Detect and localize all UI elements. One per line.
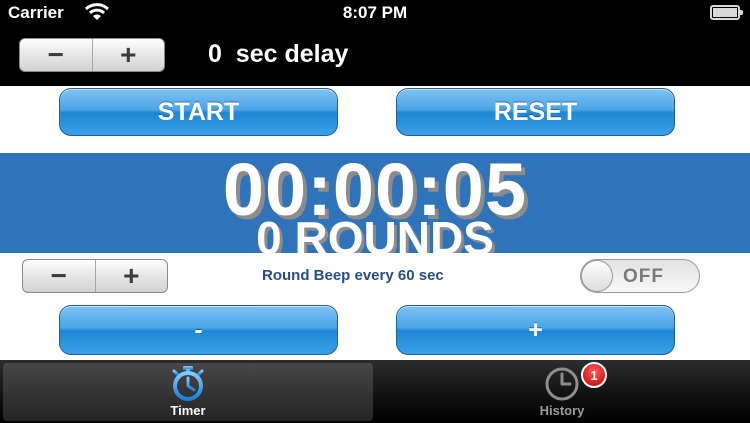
tab-timer[interactable]: Timer	[3, 363, 373, 421]
start-button[interactable]: START	[59, 88, 338, 136]
tab-history-label: History	[539, 403, 585, 418]
delay-stepper: − +	[19, 38, 165, 72]
status-time: 8:07 PM	[342, 3, 408, 22]
reset-button[interactable]: RESET	[396, 88, 675, 136]
stopwatch-icon	[172, 366, 204, 401]
beep-decrease-button[interactable]: −	[23, 260, 95, 292]
tab-bar: Timer History	[0, 360, 750, 423]
tab-timer-label: Timer	[170, 403, 206, 418]
delay-increase-button[interactable]: +	[91, 39, 165, 71]
status-bar: Carrier 8:07 PM	[0, 0, 750, 26]
beep-interval-stepper: − +	[22, 259, 168, 293]
delay-label: 0 sec delay	[208, 40, 349, 68]
round-decrease-button[interactable]: -	[59, 305, 338, 355]
history-badge: 1	[581, 362, 607, 388]
battery-icon	[710, 5, 743, 20]
beep-increase-button[interactable]: +	[94, 260, 168, 292]
delay-decrease-button[interactable]: −	[20, 39, 92, 71]
control-panel: START RESET	[0, 86, 750, 153]
round-beep-label: Round Beep every 60 sec	[262, 267, 444, 284]
clock-icon	[545, 367, 579, 401]
round-panel: − + Round Beep every 60 sec OFF - +	[0, 253, 750, 360]
tab-history[interactable]: History	[377, 363, 747, 421]
rounds-count: 0 ROUNDS	[256, 212, 494, 253]
toggle-state: OFF	[623, 266, 664, 287]
round-increase-button[interactable]: +	[396, 305, 675, 355]
toggle-knob	[581, 260, 613, 292]
round-beep-toggle[interactable]: OFF	[580, 259, 700, 293]
timer-display: 00:00:05 0 ROUNDS	[0, 153, 750, 253]
delay-toolbar: − + 0 sec delay	[0, 26, 750, 86]
